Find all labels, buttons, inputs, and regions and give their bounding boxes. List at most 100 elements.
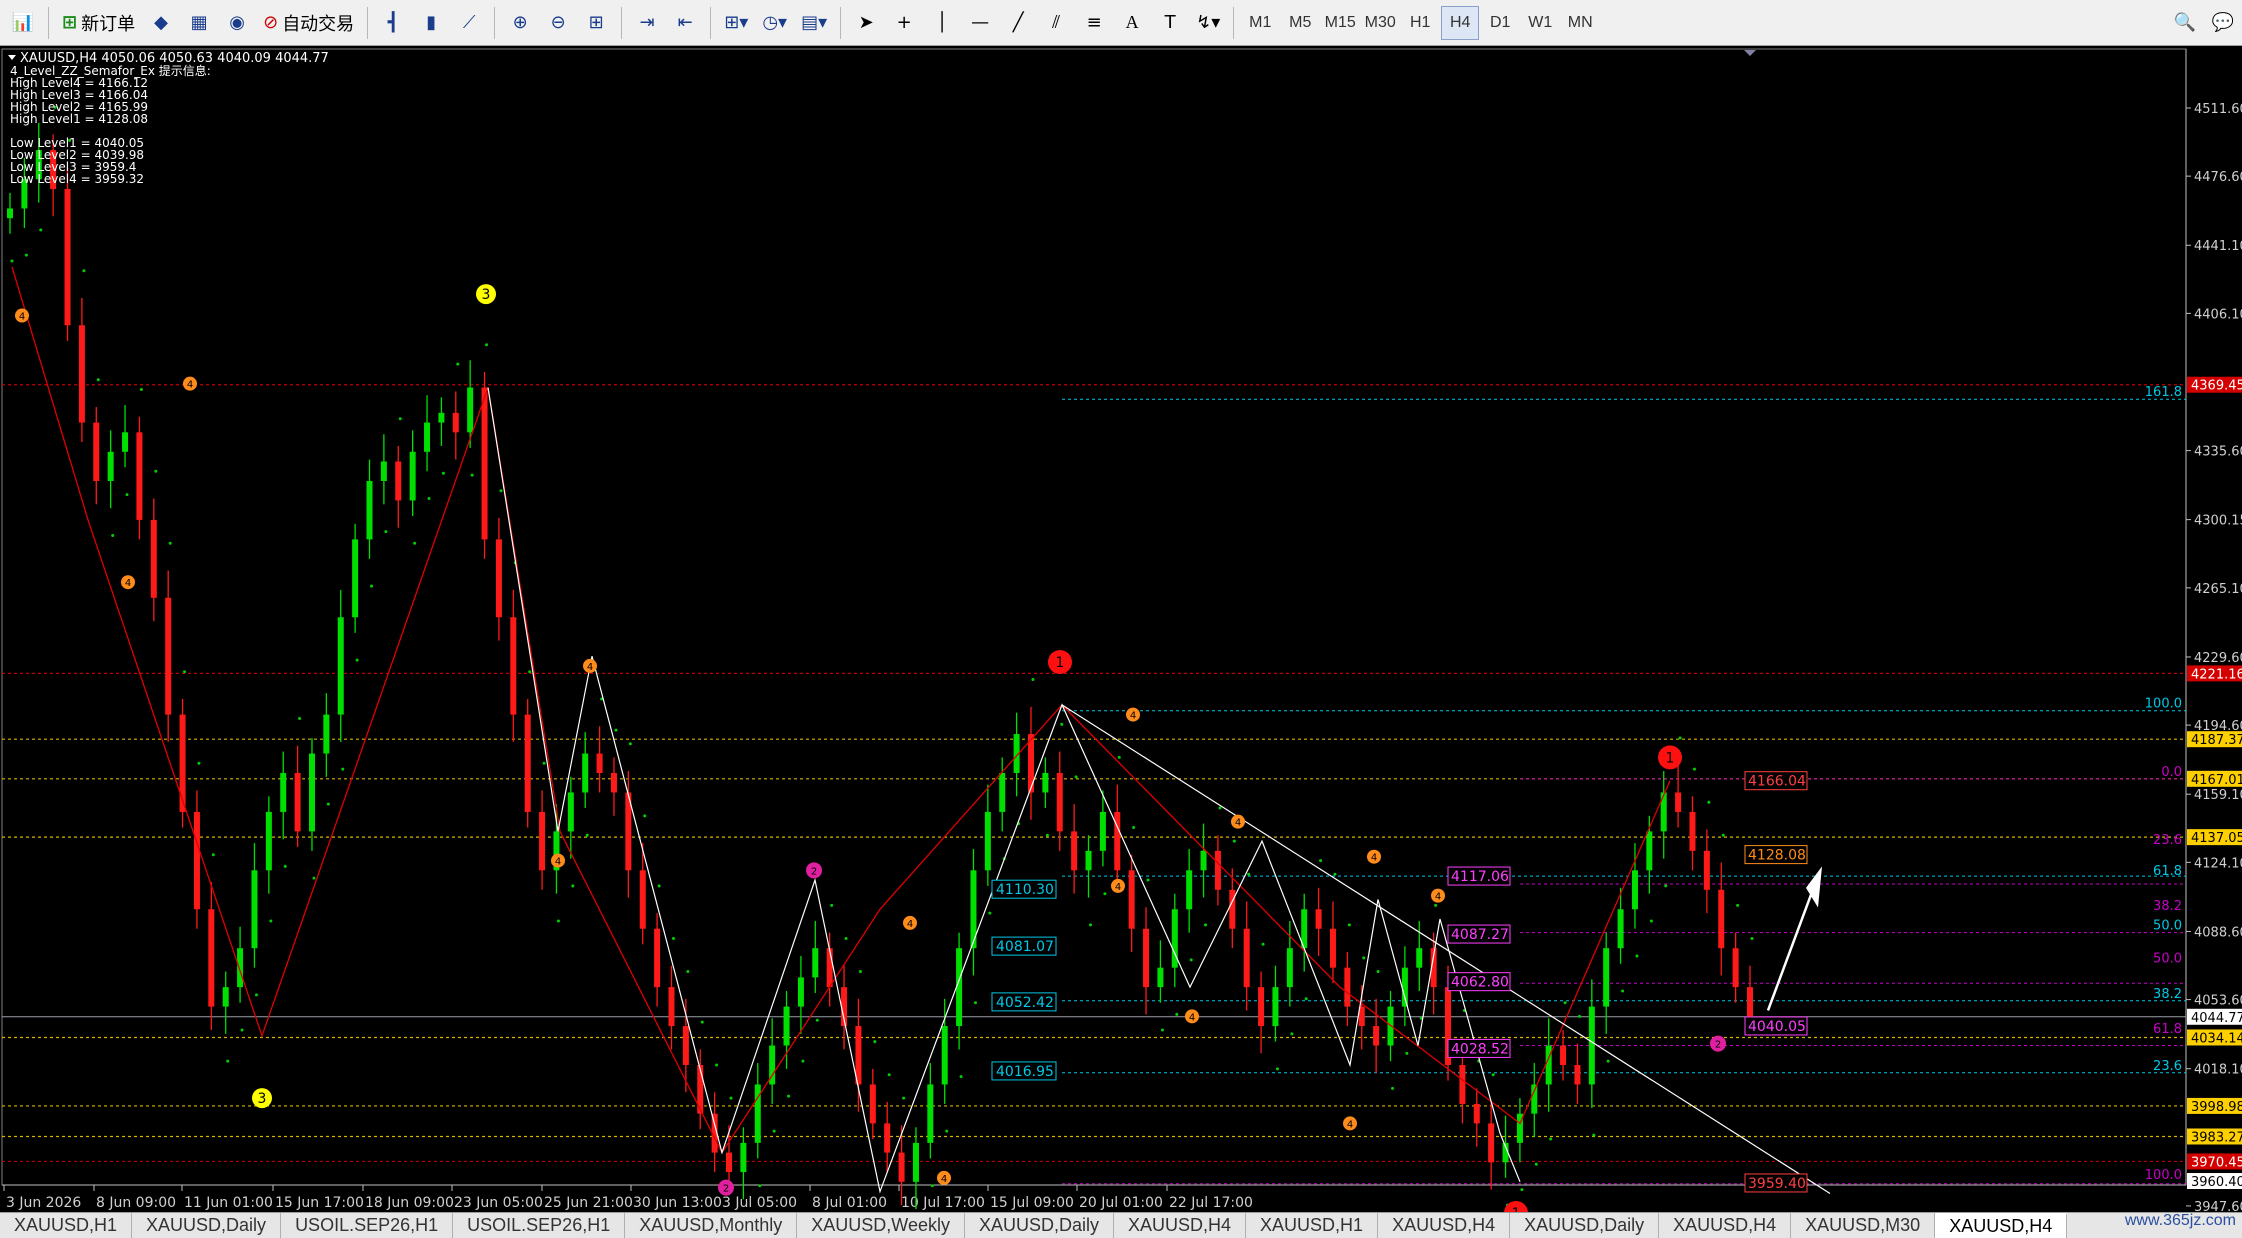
sar-dot (758, 1184, 762, 1188)
candle-body (438, 412, 445, 423)
data-window-icon[interactable]: ▦ (182, 6, 216, 40)
chart-tab[interactable]: XAUUSD,Daily (132, 1213, 282, 1238)
trendline-icon[interactable]: ╱ (1001, 6, 1035, 40)
chart-tab[interactable]: XAUUSD,H1 (0, 1213, 133, 1238)
candlestick-icon[interactable]: ▮ (414, 6, 448, 40)
auto-trade-icon: ⊘ (263, 12, 279, 33)
timeframe-mn[interactable]: MN (1561, 6, 1599, 40)
date-tick-label: 20 Jul 01:00 (1079, 1195, 1163, 1211)
sar-dot (1189, 958, 1193, 962)
chart-tab[interactable]: XAUUSD,H4 (1114, 1213, 1247, 1238)
chart-tab[interactable]: XAUUSD,H1 (1246, 1213, 1379, 1238)
timeframe-m5[interactable]: M5 (1281, 6, 1319, 40)
search-icon[interactable]: 🔍 (2168, 6, 2202, 40)
crosshair-icon[interactable]: + (887, 6, 921, 40)
candle-body (984, 811, 991, 871)
bar-chart-icon[interactable]: ┫ (376, 6, 410, 40)
candle-body (812, 948, 819, 978)
chart-shift-icon[interactable]: ⇤ (668, 6, 702, 40)
auto-trade-button[interactable]: ⊘ 自动交易 (258, 6, 359, 40)
price-chart[interactable]: 161.8 100.0 0.0 23.6 61.8 38.2 50.0 50.0 38.2 61.… (0, 46, 2242, 1238)
date-tick-label: 3 Jun 2026 (6, 1195, 81, 1211)
sar-dot (873, 1040, 877, 1044)
date-tick-label: 3 Jul 05:00 (722, 1195, 797, 1211)
chart-tab[interactable]: XAUUSD,Daily (965, 1213, 1114, 1238)
chart-tab[interactable]: XAUUSD,H4 (1378, 1213, 1511, 1238)
candle-body (1574, 1064, 1581, 1085)
candle-body (869, 1084, 876, 1124)
candle-body (524, 714, 531, 812)
chart-tab[interactable]: XAUUSD,H4 (1659, 1213, 1792, 1238)
sar-dot (1678, 736, 1682, 740)
candle-body (668, 987, 675, 1027)
semafor-label: 4 (555, 857, 561, 868)
candle-body (1200, 850, 1207, 871)
candle-body (999, 772, 1006, 812)
sar-dot (312, 876, 316, 880)
candle-body (150, 519, 157, 598)
metaeditor-icon[interactable]: ◆ (144, 6, 178, 40)
price-label: 3960.40 (2191, 1175, 2242, 1190)
timeframe-d1[interactable]: D1 (1481, 6, 1519, 40)
candle-body (1718, 889, 1725, 949)
sar-dot (1261, 942, 1265, 946)
sar-dot (1146, 878, 1150, 882)
sar-dot (542, 761, 546, 765)
chart-tab[interactable]: XAUUSD,Weekly (797, 1213, 965, 1238)
zoom-in-icon[interactable]: ⊕ (503, 6, 537, 40)
fibonacci-icon[interactable]: ≡ (1077, 6, 1111, 40)
horizontal-line-icon[interactable]: — (963, 6, 997, 40)
periods-icon[interactable]: ◷▾ (757, 6, 792, 40)
candle-body (1315, 909, 1322, 929)
fib-level-label: 23.6 (2153, 1059, 2182, 1074)
vertical-line-icon[interactable]: │ (925, 6, 959, 40)
semafor-label: 4 (907, 919, 913, 930)
candle-body (481, 387, 488, 540)
line-chart-icon[interactable]: ⟋ (452, 6, 486, 40)
signals-icon[interactable]: ◉ (220, 6, 254, 40)
auto-scroll-icon[interactable]: ⇥ (630, 6, 664, 40)
price-label: 4167.01 (2191, 773, 2242, 788)
indicators-icon[interactable]: ⊞▾ (719, 6, 753, 40)
new-order-button[interactable]: ⊞ 新订单 (57, 6, 140, 40)
chart-tab[interactable]: XAUUSD,H4 (1935, 1213, 2068, 1238)
candle-body (1747, 987, 1753, 1017)
chart-tab[interactable]: XAUUSD,Monthly (625, 1213, 798, 1238)
zoom-out-icon[interactable]: ⊖ (541, 6, 575, 40)
sar-dot (125, 493, 129, 497)
candle-body (1243, 928, 1250, 988)
sar-dot (1045, 833, 1049, 837)
sar-dot (1333, 872, 1337, 876)
timeframe-m30[interactable]: M30 (1361, 6, 1399, 40)
text-label-icon[interactable]: T (1153, 6, 1187, 40)
chart-tab[interactable]: XAUUSD,M30 (1791, 1213, 1936, 1238)
new-chart-icon[interactable]: 📊 (6, 6, 40, 40)
timeframe-m15[interactable]: M15 (1321, 6, 1359, 40)
chart-tab[interactable]: USOIL.SEP26,H1 (453, 1213, 626, 1238)
chat-icon[interactable]: 💬 (2206, 6, 2240, 40)
timeframe-h1[interactable]: H1 (1401, 6, 1439, 40)
text-icon[interactable]: A (1115, 6, 1149, 40)
tile-windows-icon[interactable]: ⊞ (579, 6, 613, 40)
chart-tab[interactable]: XAUUSD,Daily (1510, 1213, 1660, 1238)
sar-dot (1218, 806, 1222, 810)
arrows-icon[interactable]: ↯▾ (1191, 6, 1225, 40)
candle-body (1344, 967, 1351, 1007)
candle-body (1545, 1045, 1552, 1085)
cursor-icon[interactable]: ➤ (849, 6, 883, 40)
channel-icon[interactable]: ⫽ (1039, 6, 1073, 40)
templates-icon[interactable]: ▤▾ (796, 6, 832, 40)
timeframe-w1[interactable]: W1 (1521, 6, 1559, 40)
chart-area[interactable]: 161.8 100.0 0.0 23.6 61.8 38.2 50.0 50.0 38.2 61.… (0, 46, 2242, 1238)
timeframe-h4[interactable]: H4 (1441, 5, 1480, 40)
sar-dot (1434, 903, 1438, 907)
timeframe-m1[interactable]: M1 (1241, 6, 1279, 40)
fib-level-value: 4028.52 (1451, 1041, 1509, 1057)
sar-dot (413, 541, 417, 545)
sar-dot (1117, 755, 1121, 759)
date-tick-label: 25 Jun 21:00 (544, 1195, 633, 1211)
chart-tab[interactable]: USOIL.SEP26,H1 (281, 1213, 454, 1238)
candle-body (136, 432, 143, 520)
candle-body (1056, 772, 1063, 832)
price-tick-label: 4511.60 (2194, 102, 2242, 117)
